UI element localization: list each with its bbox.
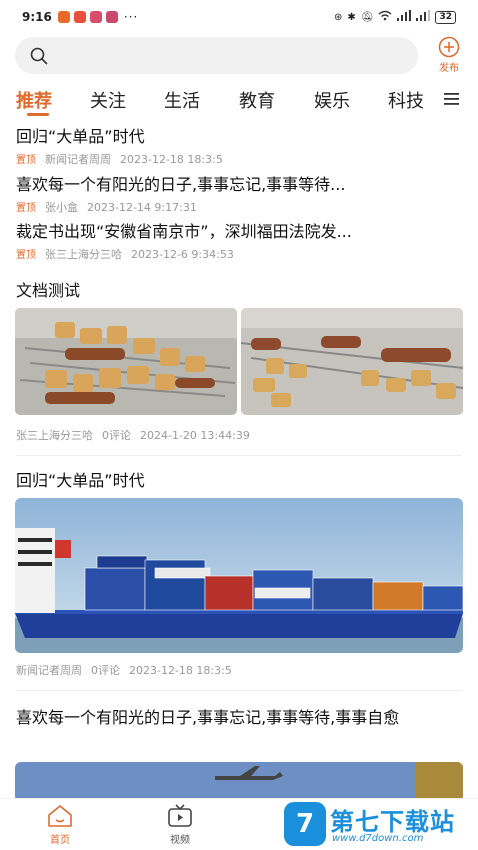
nav-video-label: 视频 <box>170 835 190 846</box>
nav-home-label: 首页 <box>50 835 70 846</box>
nav-video[interactable]: 视频 <box>150 803 210 846</box>
signal-icon <box>416 10 431 24</box>
signal-icon <box>397 10 412 24</box>
pinned-article[interactable]: 喜欢每一个有阳光的日子,事事忘记,事事等待... 置顶 张小盒 2023-12-14… <box>16 174 466 215</box>
article-time: 2024-1-20 13:44:39 <box>140 429 250 442</box>
video-icon <box>168 804 192 827</box>
mute-icon: 🔕︎ <box>360 11 374 23</box>
article-author: 张三上海分三哈 <box>16 429 93 442</box>
divider <box>16 455 462 456</box>
article-author: 张小盒 <box>45 201 78 214</box>
more-notifications-icon: ··· <box>123 10 139 24</box>
article-meta: 新闻记者周周 0评论 2023-12-18 18:3:5 <box>16 662 241 678</box>
nav-home[interactable]: 首页 <box>30 803 90 846</box>
tab-recommend[interactable]: 推荐 <box>16 87 52 113</box>
pinned-badge: 置顶 <box>16 250 36 261</box>
status-bar: 9:16 ··· ⊛ ✱ 🔕︎ 32 <box>0 0 478 34</box>
publish-label: 发布 <box>439 63 459 74</box>
search-row: 发布 <box>0 34 478 78</box>
menu-icon[interactable] <box>443 91 461 107</box>
article-time: 2023-12-18 18:3:5 <box>129 664 232 677</box>
skewers-photo <box>15 308 237 415</box>
bluetooth-icon: ✱ <box>347 11 356 23</box>
search-icon <box>30 47 48 65</box>
article-meta: 置顶 新闻记者周周 2023-12-18 18:3:5 <box>16 151 466 167</box>
article-title: 裁定书出现“安徽省南京市”，深圳福田法院发... <box>16 222 352 241</box>
article-time: 2023-12-18 18:3:5 <box>120 153 223 166</box>
divider <box>16 690 462 691</box>
watermark-url: www.d7down.com <box>332 833 424 844</box>
tab-follow[interactable]: 关注 <box>90 87 126 113</box>
add-circle-icon <box>438 36 460 58</box>
tab-entertainment[interactable]: 娱乐 <box>314 87 350 113</box>
article-meta: 置顶 张小盒 2023-12-14 9:17:31 <box>16 199 466 215</box>
article-title[interactable]: 文档测试 <box>16 277 466 305</box>
battery-icon: 32 <box>435 10 456 24</box>
home-icon <box>48 805 72 827</box>
site-watermark: 7 第七下载站 www.d7down.com <box>284 800 478 850</box>
status-time: 9:16 <box>22 10 52 24</box>
wifi-icon <box>378 10 392 24</box>
tab-technology[interactable]: 科技 <box>388 87 424 113</box>
app-notification-icon <box>105 11 118 23</box>
tab-life[interactable]: 生活 <box>164 87 200 113</box>
pinned-badge: 置顶 <box>16 155 36 166</box>
article-author: 张三上海分三哈 <box>45 248 122 261</box>
article-author: 新闻记者周周 <box>16 664 82 677</box>
article-meta: 张三上海分三哈 0评论 2024-1-20 13:44:39 <box>16 427 259 443</box>
article-title: 喜欢每一个有阳光的日子,事事忘记,事事等待... <box>16 175 346 194</box>
search-input[interactable] <box>15 37 418 74</box>
nfc-icon: ⊛ <box>333 11 343 23</box>
article-time: 2023-12-6 9:34:53 <box>131 248 234 261</box>
watermark-logo: 7 <box>284 802 326 846</box>
pinned-article[interactable]: 裁定书出现“安徽省南京市”，深圳福田法院发... 置顶 张三上海分三哈 2023-1… <box>16 221 466 262</box>
article-meta: 置顶 张三上海分三哈 2023-12-6 9:34:53 <box>16 246 466 262</box>
publish-button[interactable]: 发布 <box>432 36 466 74</box>
airplane-photo[interactable] <box>15 762 463 802</box>
pinned-article[interactable]: 回归“大单品”时代 置顶 新闻记者周周 2023-12-18 18:3:5 <box>16 126 466 167</box>
watermark-name: 第七下载站 <box>330 808 455 836</box>
comment-count: 0评论 <box>91 664 120 677</box>
active-tab-indicator <box>27 113 49 116</box>
article-title[interactable]: 喜欢每一个有阳光的日子,事事忘记,事事等待,事事自愈 <box>16 704 466 732</box>
app-notification-icon <box>57 11 70 23</box>
article-title[interactable]: 回归“大单品”时代 <box>16 467 466 495</box>
skewers-photo <box>241 308 463 415</box>
article-author: 新闻记者周周 <box>45 153 111 166</box>
tab-education[interactable]: 教育 <box>239 87 275 113</box>
app-notification-icon <box>73 11 86 23</box>
article-image-row[interactable] <box>15 308 463 415</box>
article-time: 2023-12-14 9:17:31 <box>87 201 197 214</box>
cargo-ship-photo[interactable] <box>15 498 463 653</box>
comment-count: 0评论 <box>102 429 131 442</box>
article-title: 回归“大单品”时代 <box>16 127 145 146</box>
pinned-badge: 置顶 <box>16 203 36 214</box>
category-tabs: 推荐 关注 生活 教育 娱乐 科技 <box>0 80 478 120</box>
app-notification-icon <box>89 11 102 23</box>
